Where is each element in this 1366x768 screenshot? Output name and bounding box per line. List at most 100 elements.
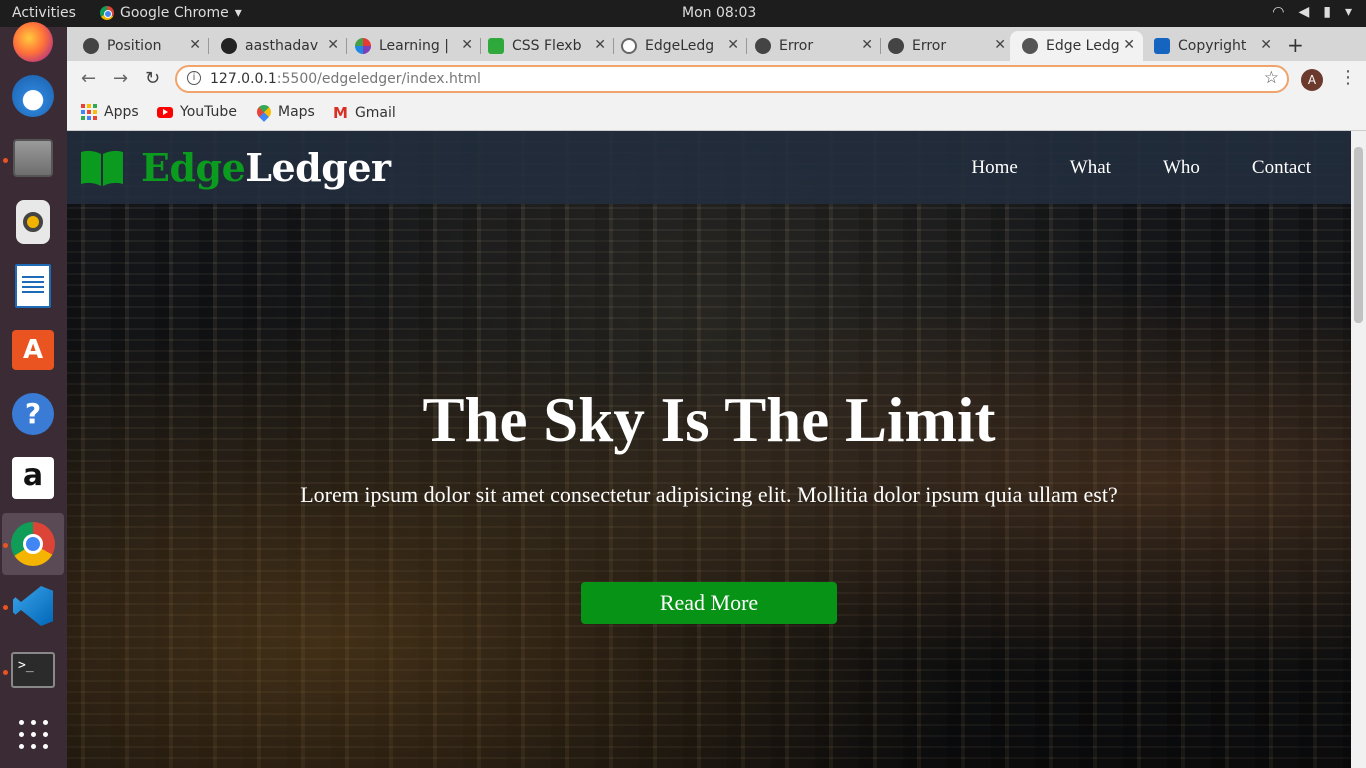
favicon-icon <box>488 38 504 54</box>
close-icon[interactable]: ✕ <box>1260 37 1272 53</box>
browser-tab[interactable]: CSS Flexb ✕ <box>488 31 614 61</box>
favicon-icon <box>83 38 99 54</box>
chevron-down-icon: ▾ <box>234 5 242 21</box>
wifi-icon[interactable]: ◠ <box>1272 4 1284 20</box>
reload-icon[interactable]: ↻ <box>145 68 160 89</box>
app-menu[interactable]: Google Chrome ▾ <box>100 5 242 21</box>
vscode-icon[interactable] <box>10 583 56 629</box>
favicon-icon <box>888 38 904 54</box>
system-top-bar: Activities Google Chrome ▾ Mon 08:03 ◠ ◀… <box>0 0 1366 27</box>
scrollbar-thumb[interactable] <box>1354 147 1363 323</box>
tab-title: aasthadav <box>245 38 319 54</box>
nav-link-contact[interactable]: Contact <box>1252 157 1311 179</box>
tab-title: CSS Flexb <box>512 38 582 54</box>
nav-link-what[interactable]: What <box>1070 157 1111 179</box>
info-icon[interactable]: i <box>187 71 201 85</box>
firefox-icon[interactable] <box>10 19 56 65</box>
software-center-icon[interactable]: A <box>10 327 56 373</box>
chevron-down-icon[interactable]: ▾ <box>1345 4 1352 20</box>
chrome-window: Position ✕ aasthadav ✕ Learning | ✕ CSS … <box>67 27 1366 768</box>
menu-dots-icon[interactable]: ⋮ <box>1339 67 1357 88</box>
logo-text: EdgeLedger <box>141 145 391 190</box>
site-nav-links: Home What Who Contact <box>971 157 1311 179</box>
files-icon[interactable] <box>10 135 56 181</box>
bookmarks-bar: Apps YouTube Maps M Gmail <box>67 97 1366 131</box>
gmail-icon: M <box>333 104 348 122</box>
tab-title: Copyright <box>1178 38 1247 54</box>
bookmark-youtube[interactable]: YouTube <box>157 104 237 120</box>
system-tray[interactable]: ◠ ◀ ▮ ▾ <box>1272 4 1352 20</box>
back-arrow-icon[interactable]: ← <box>81 68 96 89</box>
chrome-icon[interactable] <box>10 521 56 567</box>
dock: A ? a >_ <box>0 22 67 768</box>
running-indicator <box>3 543 8 548</box>
close-icon[interactable]: ✕ <box>327 37 339 53</box>
chrome-icon <box>100 6 114 20</box>
book-open-icon <box>81 150 123 186</box>
url-text[interactable]: 127.0.0.1:5500/edgeledger/index.html <box>210 71 481 87</box>
toolbar: ← → ↻ i 127.0.0.1:5500/edgeledger/index.… <box>67 61 1366 97</box>
browser-tab[interactable]: Error ✕ <box>888 31 1014 61</box>
close-icon[interactable]: ✕ <box>994 37 1006 53</box>
site-navbar: EdgeLedger Home What Who Contact <box>67 131 1351 204</box>
profile-avatar[interactable]: A <box>1301 69 1323 91</box>
close-icon[interactable]: ✕ <box>861 37 873 53</box>
close-icon[interactable]: ✕ <box>594 37 606 53</box>
site-logo[interactable]: EdgeLedger <box>79 145 391 190</box>
thunderbird-icon[interactable] <box>10 73 56 119</box>
help-icon[interactable]: ? <box>10 391 56 437</box>
tab-title: Error <box>779 38 814 54</box>
tab-title: EdgeLedg <box>645 38 715 54</box>
browser-tab[interactable]: EdgeLedg ✕ <box>621 31 747 61</box>
running-indicator <box>3 670 8 675</box>
rhythmbox-icon[interactable] <box>10 199 56 245</box>
amazon-icon[interactable]: a <box>10 455 56 501</box>
browser-tab[interactable]: Copyright ✕ <box>1154 31 1280 61</box>
new-tab-button[interactable]: + <box>1287 33 1304 57</box>
favicon-icon <box>755 38 771 54</box>
scrollbar[interactable] <box>1351 131 1366 768</box>
close-icon[interactable]: ✕ <box>727 37 739 53</box>
bookmark-label: Apps <box>104 104 139 120</box>
battery-icon[interactable]: ▮ <box>1323 4 1331 20</box>
apps-grid-icon <box>81 104 97 120</box>
show-applications-icon[interactable] <box>10 711 56 757</box>
browser-tab[interactable]: Error ✕ <box>755 31 881 61</box>
bookmark-star-icon[interactable]: ☆ <box>1264 68 1279 88</box>
browser-tab-active[interactable]: Edge Ledg ✕ <box>1010 31 1143 61</box>
browser-tab[interactable]: aasthadav ✕ <box>221 31 347 61</box>
nav-link-home[interactable]: Home <box>971 157 1017 179</box>
favicon-icon <box>621 38 637 54</box>
close-icon[interactable]: ✕ <box>461 37 473 53</box>
clock[interactable]: Mon 08:03 <box>682 5 756 21</box>
tab-title: Edge Ledg <box>1046 38 1120 54</box>
running-indicator <box>3 605 8 610</box>
forward-arrow-icon[interactable]: → <box>113 68 128 89</box>
terminal-icon[interactable]: >_ <box>10 647 56 693</box>
github-icon <box>221 38 237 54</box>
tab-title: Position <box>107 38 162 54</box>
youtube-icon <box>157 106 173 118</box>
tab-title: Error <box>912 38 947 54</box>
libreoffice-writer-icon[interactable] <box>10 263 56 309</box>
globe-icon <box>1022 38 1038 54</box>
hero-subtitle: Lorem ipsum dolor sit amet consectetur a… <box>300 482 1118 507</box>
nav-link-who[interactable]: Who <box>1163 157 1200 179</box>
bookmark-apps[interactable]: Apps <box>81 104 139 120</box>
close-icon[interactable]: ✕ <box>189 37 201 53</box>
hero-title: The Sky Is The Limit <box>422 385 996 455</box>
browser-tab[interactable]: Learning | ✕ <box>355 31 481 61</box>
bookmark-label: YouTube <box>180 104 237 120</box>
close-icon[interactable]: ✕ <box>1123 37 1135 53</box>
bookmark-maps[interactable]: Maps <box>254 102 315 122</box>
read-more-button[interactable]: Read More <box>581 582 837 624</box>
page-viewport[interactable]: EdgeLedger Home What Who Contact The Sky… <box>67 131 1351 768</box>
bookmark-gmail[interactable]: M Gmail <box>333 104 396 122</box>
favicon-icon <box>355 38 371 54</box>
address-bar[interactable]: i 127.0.0.1:5500/edgeledger/index.html ☆ <box>175 65 1289 93</box>
bookmark-label: Gmail <box>354 105 396 121</box>
bookmark-label: Maps <box>278 104 315 120</box>
volume-icon[interactable]: ◀ <box>1298 4 1309 20</box>
browser-tab[interactable]: Position ✕ <box>83 31 209 61</box>
tab-title: Learning | <box>379 38 449 54</box>
